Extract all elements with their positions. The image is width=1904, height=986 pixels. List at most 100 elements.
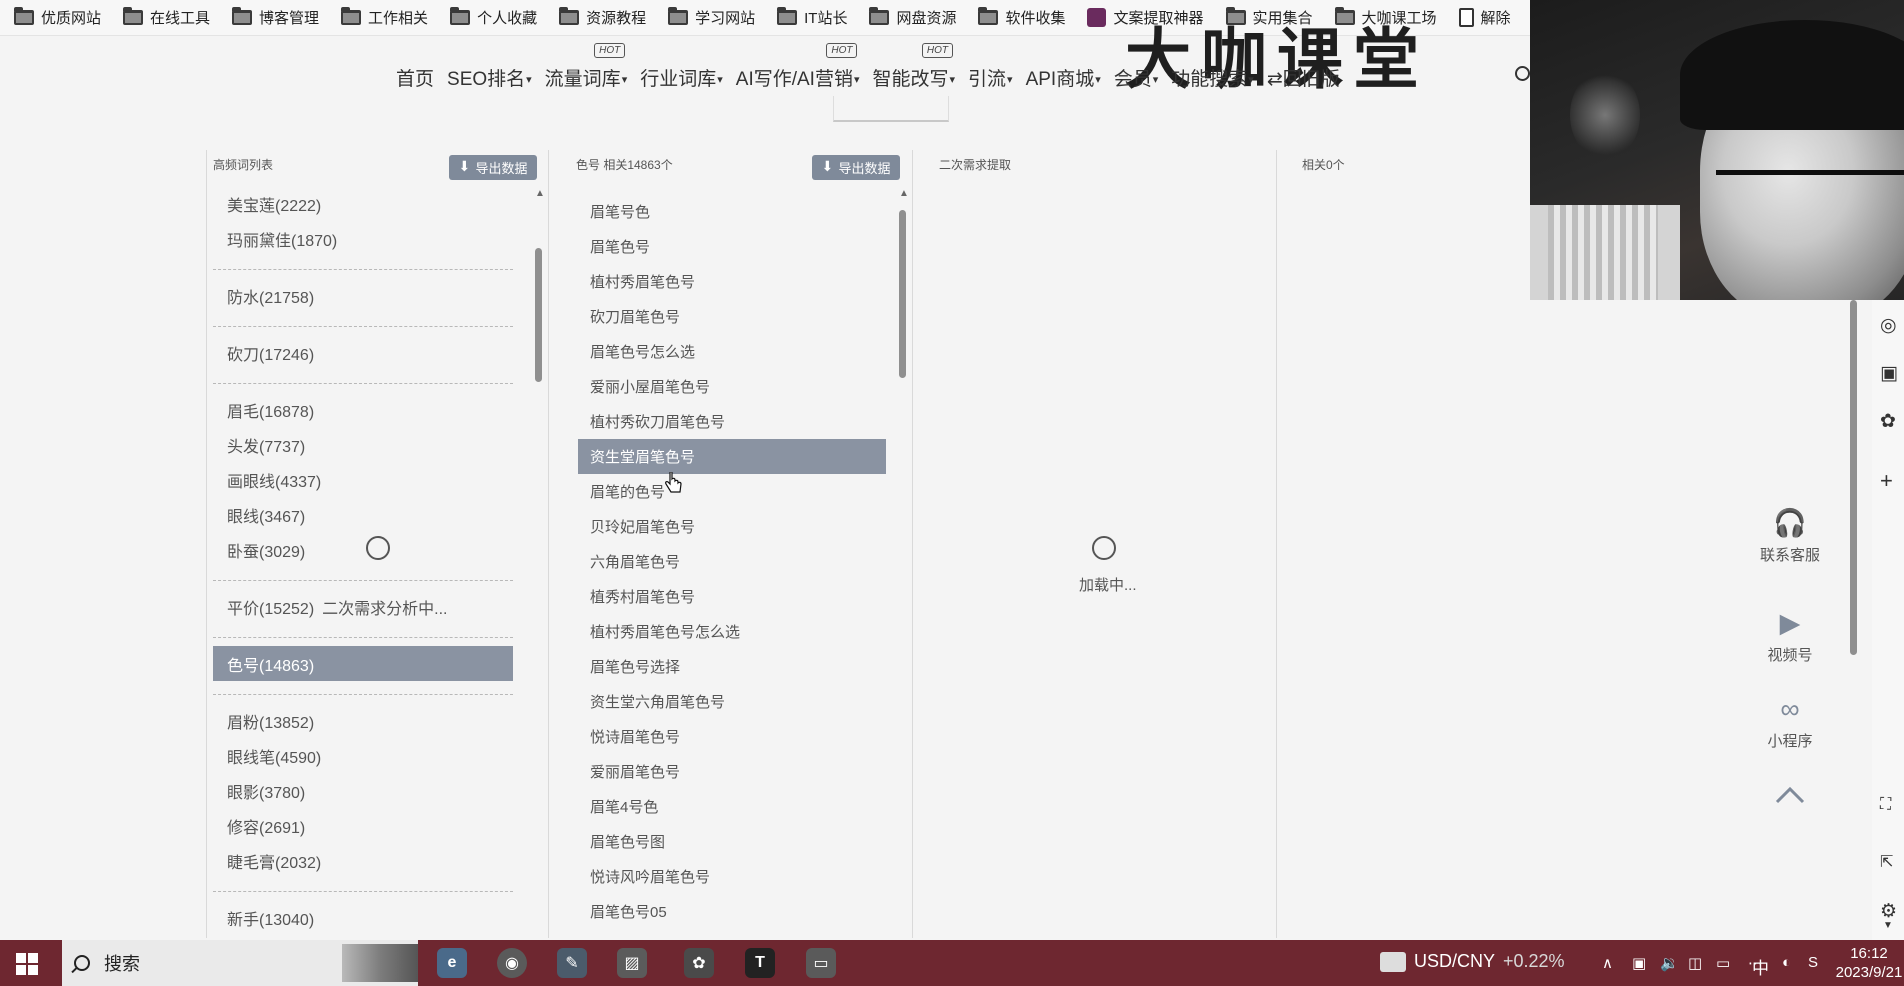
bookmark-item[interactable]: 学习网站 xyxy=(668,0,755,36)
keyword-row[interactable]: 砍刀(17246) xyxy=(213,335,523,370)
keyword-row[interactable]: 新手(13040) xyxy=(213,900,523,935)
nav-item[interactable]: 智能改写▾ HOT xyxy=(872,43,955,91)
related-keyword-row[interactable]: 六角眉笔色号 xyxy=(578,544,886,579)
flower-app-icon[interactable]: ✿ xyxy=(684,948,714,978)
related-keyword-row[interactable]: 植村秀砍刀眉笔色号 xyxy=(578,404,886,439)
taskbar-clock[interactable]: 16:12 2023/9/21 xyxy=(1834,944,1904,982)
related-keyword-row[interactable]: 贝玲妃眉笔色号 xyxy=(578,509,886,544)
related-keyword-row[interactable]: 爱丽小屋眉笔色号 xyxy=(578,369,886,404)
keyword-row[interactable]: 眉毛(16878) xyxy=(213,392,523,427)
keyword-row[interactable]: 眼影(3780) xyxy=(213,773,523,808)
ime-indicator[interactable]: 中 xyxy=(1752,954,1769,979)
notes-app-icon[interactable]: ✎ xyxy=(557,948,587,978)
middle-export-button[interactable]: 导出数据 xyxy=(812,155,900,180)
keyword-row[interactable]: 美宝莲(2222) xyxy=(213,186,523,221)
file-explorer-icon[interactable]: ▭ xyxy=(806,948,836,978)
back-to-top-button[interactable] xyxy=(1775,785,1805,815)
ime-mode-icon[interactable]: ◐ xyxy=(1782,954,1791,971)
related-keyword-row[interactable]: 植村秀眉笔色号怎么选 xyxy=(578,614,886,649)
tray-app-icon[interactable]: ▣ xyxy=(1632,954,1646,972)
keyword-row[interactable]: 玛丽黛佳(1870) xyxy=(213,221,523,256)
middle-scrollbar-thumb[interactable] xyxy=(899,210,906,378)
nav-item[interactable]: 功能搜索▾ xyxy=(1171,64,1254,91)
related-keyword-row[interactable]: 眉笔色号 xyxy=(578,229,886,264)
bookmark-item[interactable]: IT站长 xyxy=(777,0,847,36)
bookmark-item[interactable]: 网盘资源 xyxy=(869,0,956,36)
help-item[interactable]: ▶ 视频号 xyxy=(1750,608,1830,665)
bookmark-item[interactable]: 软件收集 xyxy=(978,0,1065,36)
add-sidebar-app-icon[interactable]: + xyxy=(1880,468,1893,494)
caret-down-icon: ▾ xyxy=(1007,74,1013,86)
related-keyword-row[interactable]: 悦诗风吟眉笔色号 xyxy=(578,859,886,894)
keyword-row[interactable]: 防水(21758) xyxy=(213,278,523,313)
help-item[interactable]: 🎧 联系客服 xyxy=(1750,508,1830,565)
bookmark-item[interactable]: 博客管理 xyxy=(232,0,319,36)
nav-item[interactable]: SEO排名▾ xyxy=(447,64,532,91)
keyword-row[interactable]: 眼线笔(4590) xyxy=(213,738,523,773)
nav-item[interactable]: API商城▾ xyxy=(1026,64,1101,91)
nav-item[interactable]: 引流▾ xyxy=(968,64,1013,91)
bookmark-item[interactable]: 个人收藏 xyxy=(450,0,537,36)
nav-item[interactable]: 会员▾ xyxy=(1114,64,1159,91)
left-scroll-up-arrow[interactable]: ▲ xyxy=(535,188,545,199)
bookmark-item[interactable]: 在线工具 xyxy=(123,0,210,36)
edge-beta-icon[interactable]: e xyxy=(437,948,467,978)
related-keyword-row[interactable]: 植村秀眉笔色号 xyxy=(578,264,886,299)
network-icon[interactable]: ◫ xyxy=(1688,954,1702,972)
related-keyword-row[interactable]: 砍刀眉笔色号 xyxy=(578,299,886,334)
keyword-row[interactable]: 眉粉(13852) xyxy=(213,703,523,738)
currency-widget[interactable]: USD/CNY +0.22% xyxy=(1380,951,1565,972)
keyword-input[interactable] xyxy=(833,96,949,122)
nav-item[interactable]: 行业词库▾ xyxy=(640,64,723,91)
windows-start-icon[interactable] xyxy=(16,953,38,975)
related-keyword-row[interactable]: 眉笔号色 xyxy=(578,194,886,229)
keyword-row-selected[interactable]: 色号(14863) xyxy=(213,646,513,681)
middle-scroll-up-arrow[interactable]: ▲ xyxy=(899,188,909,199)
keyword-row[interactable]: 平价(15252) 二次需求分析中... xyxy=(213,589,523,624)
battery-icon[interactable]: ▭ xyxy=(1716,954,1730,972)
related-keyword-row[interactable]: 眉笔的色号 xyxy=(578,474,886,509)
nav-item[interactable]: 流量词库▾ HOT xyxy=(545,43,627,91)
tray-overflow-chevron-icon[interactable]: ∧ xyxy=(1602,954,1613,972)
games-icon[interactable]: ▣ xyxy=(1880,362,1898,385)
bookmark-item[interactable]: 优质网站 xyxy=(14,0,101,36)
left-scrollbar-thumb[interactable] xyxy=(535,248,542,382)
image-editor-icon[interactable]: ▨ xyxy=(617,948,647,978)
keyword-row[interactable]: 头发(7737) xyxy=(213,427,523,462)
typora-icon[interactable]: T xyxy=(745,948,775,978)
nav-item[interactable]: AI写作/AI营销▾ HOT xyxy=(735,43,859,91)
search-icon[interactable] xyxy=(1515,66,1530,81)
bookmark-item[interactable]: 资源教程 xyxy=(559,0,646,36)
office-icon[interactable]: ✿ xyxy=(1880,410,1896,433)
related-keyword-row[interactable]: 眉笔色号05 xyxy=(578,894,886,929)
related-keyword-row[interactable]: 植秀村眉笔色号 xyxy=(578,579,886,614)
nav-item[interactable]: 首页 xyxy=(396,64,434,91)
speaker-icon[interactable]: 🔉 xyxy=(1660,954,1679,972)
related-keyword-row[interactable]: 眉笔色号怎么选 xyxy=(578,334,886,369)
chrome-icon[interactable]: ◉ xyxy=(497,948,527,978)
scroll-down-arrow-icon[interactable]: ▼ xyxy=(1883,920,1893,931)
related-keyword-row[interactable]: 资生堂六角眉笔色号 xyxy=(578,684,886,719)
bookmark-item[interactable]: 解除 xyxy=(1458,0,1511,36)
page-scrollbar-thumb[interactable] xyxy=(1850,300,1857,655)
keyword-row[interactable]: 眼线(3467) xyxy=(213,497,523,532)
external-link-icon[interactable]: ⇱ xyxy=(1880,852,1893,872)
keyword-row[interactable]: 画眼线(4337) xyxy=(213,462,523,497)
help-item[interactable]: ∞ 小程序 xyxy=(1750,694,1830,751)
related-keyword-row[interactable]: 眉笔色号选择 xyxy=(578,649,886,684)
copilot-icon[interactable]: ◎ xyxy=(1880,314,1897,337)
taskbar-search-box[interactable]: 搜索 xyxy=(62,940,418,986)
ime-settings-icon[interactable]: S xyxy=(1808,954,1818,971)
related-keyword-row[interactable]: 爱丽眉笔色号 xyxy=(578,754,886,789)
left-export-button[interactable]: 导出数据 xyxy=(449,155,537,180)
nav-item-label: AI写作/AI营销 xyxy=(735,69,853,90)
keyword-row[interactable]: 睫毛膏(2032) xyxy=(213,843,523,878)
screenshot-icon[interactable]: ⛶ xyxy=(1880,796,1891,814)
related-keyword-row[interactable]: 眉笔4号色 xyxy=(578,789,886,824)
bookmark-item[interactable]: 工作相关 xyxy=(341,0,428,36)
related-keyword-row[interactable]: 悦诗眉笔色号 xyxy=(578,719,886,754)
related-keyword-row[interactable]: 眉笔色号图 xyxy=(578,824,886,859)
related-keyword-row-selected[interactable]: 资生堂眉笔色号 xyxy=(578,439,886,474)
keyword-row[interactable]: 修容(2691) xyxy=(213,808,523,843)
nav-item[interactable]: ⇄回旧版 xyxy=(1267,64,1340,91)
